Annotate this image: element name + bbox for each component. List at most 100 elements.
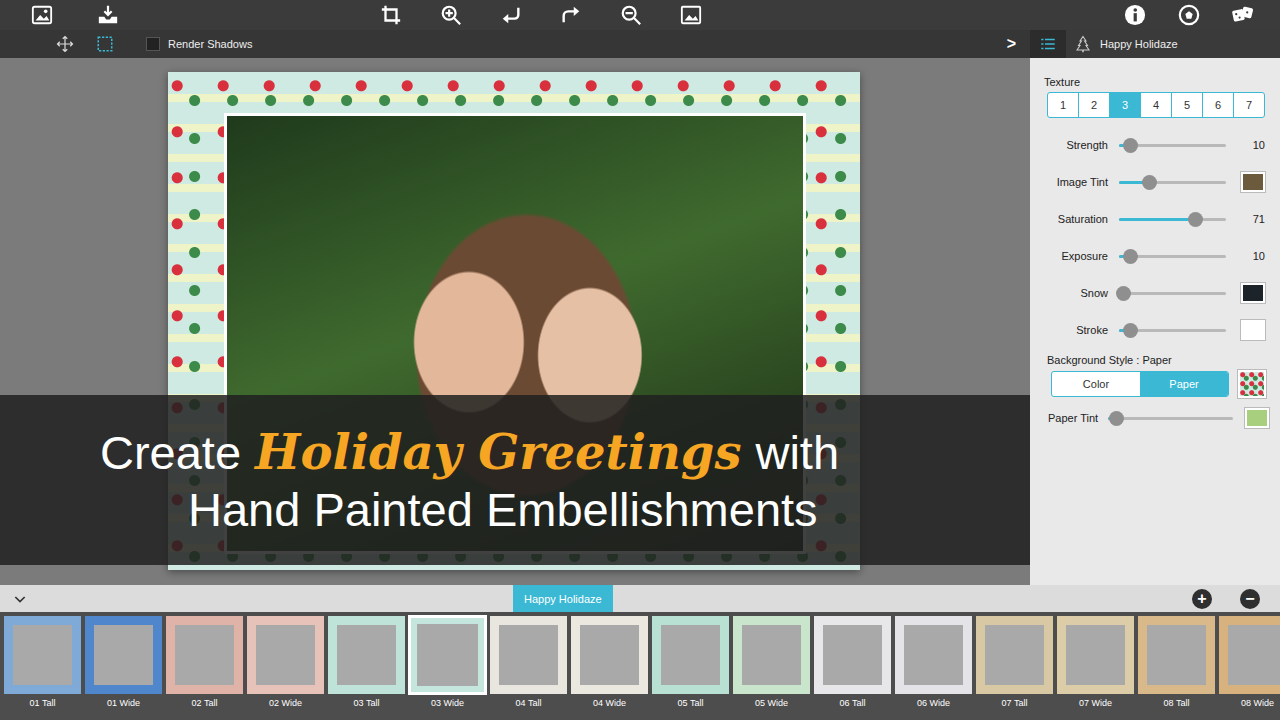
background-style-option[interactable]: Paper	[1140, 372, 1228, 396]
slider-row: Strength 10	[1044, 131, 1266, 159]
image-icon[interactable]	[31, 4, 53, 26]
slider-knob[interactable]	[1116, 286, 1131, 301]
texture-option[interactable]: 2	[1078, 93, 1109, 117]
texture-option[interactable]: 4	[1140, 93, 1171, 117]
template-thumbnail[interactable]: 07 Tall	[976, 616, 1053, 720]
panel-header: Happy Holidaze	[1030, 30, 1280, 58]
color-swatch[interactable]	[1241, 320, 1265, 340]
slider-knob[interactable]	[1109, 411, 1124, 426]
template-thumbnail[interactable]: 05 Wide	[733, 616, 810, 720]
template-thumbnail[interactable]: 05 Tall	[652, 616, 729, 720]
paper-tint-label: Paper Tint	[1048, 412, 1100, 424]
template-thumbnail[interactable]: 04 Tall	[490, 616, 567, 720]
texture-label: Texture	[1044, 76, 1266, 88]
select-frame-icon[interactable]	[96, 35, 114, 53]
undo-icon[interactable]	[500, 4, 522, 26]
slider-knob[interactable]	[1123, 249, 1138, 264]
template-thumbnail[interactable]: 03 Wide	[409, 616, 486, 720]
tree-icon	[1074, 35, 1092, 53]
template-thumbnail[interactable]: 08 Tall	[1138, 616, 1215, 720]
template-strip-header: Happy Holidaze + −	[0, 585, 1280, 612]
list-button[interactable]	[1030, 30, 1066, 58]
ball-icon[interactable]	[1178, 4, 1200, 26]
template-label: 06 Wide	[917, 698, 950, 708]
template-label: 01 Wide	[107, 698, 140, 708]
slider-row: Image Tint	[1044, 168, 1266, 196]
template-label: 07 Tall	[1002, 698, 1028, 708]
download-icon[interactable]	[97, 4, 119, 26]
slider-row: Exposure10	[1044, 242, 1266, 270]
template-thumbnail[interactable]: 08 Wide	[1219, 616, 1280, 720]
canvas: CreateHoliday GreetingswithHand Painted …	[0, 58, 1030, 585]
template-strip: 01 Tall 01 Wide 02 Tall02 Wide 03 Tall 03 Wi…	[0, 612, 1280, 720]
slider-knob[interactable]	[1188, 212, 1203, 227]
template-thumbnail[interactable]: 01 Wide	[85, 616, 162, 720]
slider-label: Strength	[1044, 139, 1108, 151]
template-thumbnail[interactable]: 06 Wide	[895, 616, 972, 720]
background-style-option[interactable]: Color	[1052, 372, 1140, 396]
slider-row: Stroke	[1044, 316, 1266, 344]
slider[interactable]	[1119, 292, 1226, 295]
slider-value: 10	[1237, 139, 1265, 151]
slider-label: Image Tint	[1044, 176, 1108, 188]
template-thumbnail[interactable]: 01 Tall	[4, 616, 81, 720]
list-icon	[1039, 35, 1057, 53]
slider[interactable]	[1119, 218, 1226, 221]
texture-option[interactable]: 5	[1171, 93, 1202, 117]
template-thumbnail[interactable]: 04 Wide	[571, 616, 648, 720]
texture-option[interactable]: 1	[1048, 93, 1078, 117]
options-bar: Render Shadows >	[0, 30, 1030, 58]
slider[interactable]	[1119, 181, 1226, 184]
banner-text: with	[755, 425, 839, 480]
redo-icon[interactable]	[560, 4, 582, 26]
color-swatch[interactable]	[1241, 172, 1265, 192]
banner-line: Hand Painted Embellishments	[100, 482, 1030, 537]
slider-label: Exposure	[1044, 250, 1108, 262]
template-label: 03 Tall	[354, 698, 380, 708]
expand-panel-button[interactable]: >	[1001, 35, 1022, 53]
slider[interactable]	[1119, 144, 1226, 147]
move-icon[interactable]	[56, 35, 74, 53]
slider-knob[interactable]	[1123, 323, 1138, 338]
paper-tint-swatch[interactable]	[1245, 408, 1269, 428]
collapse-icon[interactable]	[12, 591, 28, 607]
texture-option[interactable]: 3	[1109, 93, 1140, 117]
template-label: 08 Tall	[1164, 698, 1190, 708]
slider-knob[interactable]	[1142, 175, 1157, 190]
background-style-toggle: ColorPaper	[1051, 371, 1229, 397]
template-label: 07 Wide	[1079, 698, 1112, 708]
slider-label: Stroke	[1044, 324, 1108, 336]
template-label: 06 Tall	[840, 698, 866, 708]
theme-tab[interactable]: Happy Holidaze	[513, 585, 613, 612]
slider-label: Snow	[1044, 287, 1108, 299]
color-swatch[interactable]	[1241, 283, 1265, 303]
paper-swatch[interactable]	[1238, 370, 1266, 398]
texture-option[interactable]: 7	[1233, 93, 1264, 117]
render-shadows-option[interactable]: Render Shadows	[146, 37, 252, 51]
slider-row: Saturation71	[1044, 205, 1266, 233]
template-thumbnail[interactable]: 06 Tall	[814, 616, 891, 720]
template-thumbnail[interactable]: 02 Tall	[166, 616, 243, 720]
work-area: Render Shadows>CreateHoliday Greetingswi…	[0, 30, 1030, 585]
dice-icon[interactable]	[1232, 4, 1254, 26]
zoom-in-icon[interactable]	[440, 4, 462, 26]
template-thumbnail[interactable]: 03 Tall	[328, 616, 405, 720]
slider-label: Saturation	[1044, 213, 1108, 225]
add-button[interactable]: +	[1192, 589, 1212, 609]
render-shadows-checkbox[interactable]	[146, 37, 160, 51]
slider[interactable]	[1119, 329, 1226, 332]
fit-image-icon[interactable]	[680, 4, 702, 26]
crop-icon[interactable]	[380, 4, 402, 26]
zoom-out-icon[interactable]	[620, 4, 642, 26]
properties-panel: Happy Holidaze Texture 1234567 Strength 10 Im…	[1030, 30, 1280, 585]
toolbar	[0, 0, 1280, 30]
slider-knob[interactable]	[1123, 138, 1138, 153]
remove-button[interactable]: −	[1240, 589, 1260, 609]
template-thumbnail[interactable]: 07 Wide	[1057, 616, 1134, 720]
info-icon[interactable]	[1124, 4, 1146, 26]
paper-tint-slider[interactable]	[1108, 417, 1233, 420]
template-thumbnail[interactable]: 02 Wide	[247, 616, 324, 720]
banner-text: Holiday Greetings	[255, 424, 741, 480]
texture-option[interactable]: 6	[1202, 93, 1233, 117]
slider[interactable]	[1119, 255, 1226, 258]
